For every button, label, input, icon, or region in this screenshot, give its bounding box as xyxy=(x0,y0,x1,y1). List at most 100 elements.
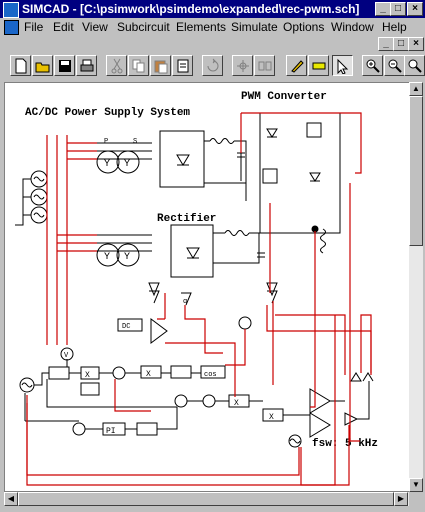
doc-close-button[interactable]: × xyxy=(408,37,424,51)
save-button[interactable] xyxy=(54,55,75,76)
inductor-1 xyxy=(209,138,235,144)
transformer-2: Y Y xyxy=(96,234,152,267)
schematic-drawing: AC/DC Power Supply System PWM Converter … xyxy=(15,91,378,486)
multiplier-4 xyxy=(228,394,250,408)
mirror-icon xyxy=(258,61,272,71)
menu-simulate[interactable]: Simulate xyxy=(231,20,278,34)
comparator-3 xyxy=(309,412,331,438)
menu-file[interactable]: File xyxy=(24,20,43,34)
toolbar xyxy=(0,52,425,80)
cut-button[interactable] xyxy=(106,55,127,76)
menu-view[interactable]: View xyxy=(82,20,108,34)
save-icon xyxy=(59,60,71,72)
block-x-2: X xyxy=(146,370,151,379)
current-sensor-1 xyxy=(266,282,278,304)
minimize-button[interactable]: _ xyxy=(375,2,391,16)
schematic-canvas[interactable]: AC/DC Power Supply System PWM Converter … xyxy=(4,82,410,492)
multiplier-3 xyxy=(140,365,162,379)
summer-3 xyxy=(202,394,216,408)
pwm-title: PWM Converter xyxy=(241,91,327,103)
mirror-button[interactable] xyxy=(254,55,275,76)
document-icon[interactable] xyxy=(4,20,19,35)
zoom-fit-button[interactable] xyxy=(404,55,425,76)
menu-subcircuit[interactable]: Subcircuit xyxy=(117,20,170,34)
scroll-right-button[interactable]: ▶ xyxy=(394,492,408,506)
comparator-1 xyxy=(150,318,168,344)
scroll-left-button[interactable]: ◀ xyxy=(4,492,18,506)
open-button[interactable] xyxy=(32,55,53,76)
rectifier-bridge-2 xyxy=(170,224,214,278)
block-x-3: X xyxy=(234,399,239,408)
app-icon[interactable] xyxy=(3,2,19,18)
block-alpha: α xyxy=(183,298,187,306)
zoom-out-icon xyxy=(388,59,402,73)
transformer-p-label: P xyxy=(104,138,108,146)
menu-options[interactable]: Options xyxy=(283,20,324,34)
igbt-1 xyxy=(306,122,322,138)
svg-text:Y: Y xyxy=(104,159,110,170)
label-icon xyxy=(312,62,326,70)
rotate-button[interactable] xyxy=(202,55,223,76)
rectifier-bridge-1 xyxy=(159,130,205,188)
summer-4 xyxy=(72,422,86,436)
label-button[interactable] xyxy=(308,55,329,76)
new-file-icon xyxy=(15,58,27,74)
menu-window[interactable]: Window xyxy=(331,20,374,34)
zoom-fit-icon xyxy=(408,59,422,73)
title-bar[interactable]: SIMCAD - [C:\psimwork\psimdemo\expanded\… xyxy=(0,0,425,18)
multiplier-2 xyxy=(80,382,100,396)
maximize-button[interactable]: □ xyxy=(390,2,406,16)
rectifier-title: Rectifier xyxy=(157,213,216,225)
comparator-2 xyxy=(309,388,331,414)
paste-button[interactable] xyxy=(150,55,171,76)
wire-button[interactable] xyxy=(286,55,307,76)
clipboard-button[interactable] xyxy=(172,55,193,76)
zoom-out-button[interactable] xyxy=(384,55,405,76)
block-v: V xyxy=(64,352,69,360)
clipboard-icon xyxy=(177,59,189,73)
zoom-in-button[interactable] xyxy=(362,55,383,76)
block-dc: DC xyxy=(122,323,130,331)
scroll-up-button[interactable]: ▲ xyxy=(409,82,423,96)
doc-restore-button[interactable]: □ xyxy=(393,37,409,51)
diode-2 xyxy=(309,172,321,182)
gate-drivers xyxy=(350,372,374,382)
menu-elements[interactable]: Elements xyxy=(176,20,226,34)
paste-icon xyxy=(154,60,168,74)
block-x-1: X xyxy=(85,371,90,380)
copy-button[interactable] xyxy=(128,55,149,76)
select-arrow-icon xyxy=(337,58,349,74)
select-button[interactable] xyxy=(332,55,353,76)
igbt-2 xyxy=(262,168,278,184)
horizontal-scrollbar[interactable]: ◀ ▶ xyxy=(4,492,409,506)
inductor-2 xyxy=(224,230,250,236)
vertical-scroll-thumb[interactable] xyxy=(409,96,423,246)
scroll-down-button[interactable]: ▼ xyxy=(409,478,423,492)
transformer-s-label: S xyxy=(133,138,137,146)
multiplier-1 xyxy=(80,366,100,380)
buffer xyxy=(344,412,359,426)
new-file-button[interactable] xyxy=(10,55,31,76)
print-icon xyxy=(80,59,94,72)
window-title: SIMCAD - [C:\psimwork\psimdemo\expanded\… xyxy=(22,2,360,16)
flip-button[interactable] xyxy=(232,55,253,76)
block-pi: PI xyxy=(106,427,116,436)
ac-dc-title: AC/DC Power Supply System xyxy=(25,107,190,119)
copy-icon xyxy=(132,59,145,73)
menu-edit[interactable]: Edit xyxy=(53,20,74,34)
menu-help[interactable]: Help xyxy=(382,20,407,34)
doc-minimize-button[interactable]: _ xyxy=(378,37,394,51)
ac-source-group xyxy=(15,170,48,226)
cut-icon xyxy=(111,58,123,74)
rotate-icon xyxy=(207,58,219,72)
print-button[interactable] xyxy=(76,55,97,76)
red-signal-wires xyxy=(26,112,372,486)
block-cos: cos xyxy=(204,371,217,379)
vertical-scrollbar[interactable]: ▲ ▼ xyxy=(409,82,423,492)
svg-text:Y: Y xyxy=(124,252,130,263)
close-button[interactable]: × xyxy=(407,2,423,16)
block-x-4: X xyxy=(269,413,274,422)
horizontal-scroll-thumb[interactable] xyxy=(18,492,394,506)
menu-bar: File Edit View Subcircuit Elements Simul… xyxy=(0,18,425,36)
svg-text:Y: Y xyxy=(124,159,130,170)
